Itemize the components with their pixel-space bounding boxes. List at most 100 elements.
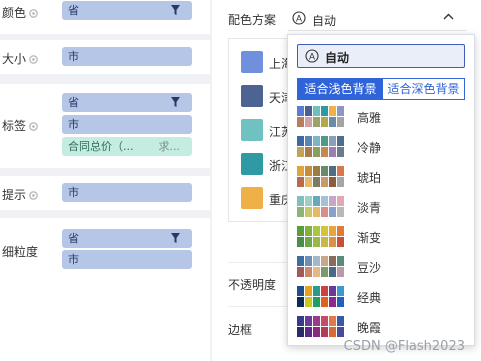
palette-color-chip — [329, 267, 336, 277]
color-field-pill[interactable]: 省 — [62, 1, 192, 20]
palette-color-chip — [321, 267, 328, 277]
palette-color-chip — [329, 166, 336, 176]
color-scheme-select[interactable]: A 自动 — [288, 6, 466, 31]
palette-color-chip — [297, 297, 304, 307]
palette-color-chip — [337, 147, 344, 157]
tag-field-pill-contract-total[interactable]: 合同总价（... 求... — [62, 137, 192, 156]
palette-color-chip — [337, 256, 344, 266]
palette-color-chip — [321, 327, 328, 337]
palette-color-chip — [313, 286, 320, 296]
size-row: 大小 市 — [0, 40, 210, 74]
palette-color-chip — [337, 286, 344, 296]
gear-icon[interactable] — [28, 121, 39, 132]
palette-preview — [297, 286, 345, 307]
auto-icon: A — [292, 11, 306, 25]
palette-color-chip — [305, 327, 312, 337]
tag-row: 标签 省 市 合同总价（... 求... — [0, 84, 210, 168]
gear-icon[interactable] — [28, 54, 39, 65]
palette-color-chip — [329, 207, 336, 217]
color-label: 颜色 — [2, 6, 27, 20]
palette-option[interactable]: 冷静 — [297, 135, 465, 159]
tag-field-pill-province[interactable]: 省 — [62, 93, 192, 112]
chevron-up-icon[interactable] — [443, 13, 454, 20]
palette-color-chip — [321, 136, 328, 146]
svg-text:A: A — [309, 52, 315, 62]
palette-color-chip — [305, 316, 312, 326]
palette-color-chip — [321, 297, 328, 307]
size-field-pill[interactable]: 市 — [62, 47, 192, 66]
palette-color-chip — [337, 177, 344, 187]
auto-scheme-label: 自动 — [325, 51, 350, 65]
palette-color-chip — [329, 196, 336, 206]
palette-color-chip — [305, 256, 312, 266]
palette-preview — [297, 196, 345, 217]
background-tabs: 适合浅色背景 适合深色背景 — [297, 78, 465, 100]
palette-color-chip — [337, 267, 344, 277]
tooltip-row: 提示 市 — [0, 176, 210, 210]
granularity-label: 细粒度 — [2, 245, 39, 259]
opacity-label: 不透明度 — [228, 278, 277, 292]
gear-icon[interactable] — [28, 190, 39, 201]
palette-preview — [297, 136, 345, 157]
palette-color-chip — [329, 256, 336, 266]
gear-icon[interactable] — [28, 8, 39, 19]
palette-option[interactable]: 晚霞 — [297, 315, 465, 339]
color-legend-list: 上海 天津 江苏 浙江 重庆 — [228, 38, 289, 222]
granularity-field-pill-city[interactable]: 市 — [62, 250, 192, 269]
palette-color-chip — [313, 177, 320, 187]
tooltip-label: 提示 — [2, 188, 27, 202]
palette-option[interactable]: 淡青 — [297, 195, 465, 219]
palette-color-chip — [337, 117, 344, 127]
palette-color-chip — [313, 117, 320, 127]
palette-color-chip — [321, 147, 328, 157]
palette-option[interactable]: 豆沙 — [297, 255, 465, 279]
legend-swatch-3[interactable] — [241, 153, 263, 175]
palette-color-chip — [297, 136, 304, 146]
size-label: 大小 — [2, 52, 27, 66]
palette-color-chip — [297, 207, 304, 217]
palette-color-chip — [305, 147, 312, 157]
palette-color-chip — [313, 316, 320, 326]
pill-label: 市 — [68, 118, 79, 131]
palette-color-chip — [297, 226, 304, 236]
palette-name: 琥珀 — [357, 171, 382, 185]
color-scheme-label: 配色方案 — [228, 13, 277, 27]
palette-color-chip — [337, 136, 344, 146]
palette-color-chip — [313, 267, 320, 277]
palette-color-chip — [305, 166, 312, 176]
palette-color-chip — [313, 106, 320, 116]
palette-option[interactable]: 琥珀 — [297, 165, 465, 189]
palette-color-chip — [321, 286, 328, 296]
tag-field-pill-city[interactable]: 市 — [62, 115, 192, 134]
palette-color-chip — [321, 226, 328, 236]
pill-label: 市 — [68, 253, 79, 266]
legend-label: 浙江 — [269, 159, 289, 173]
legend-swatch-0[interactable] — [241, 51, 263, 73]
tooltip-field-pill[interactable]: 市 — [62, 183, 192, 202]
palette-option[interactable]: 渐变 — [297, 225, 465, 249]
filter-icon[interactable] — [171, 5, 180, 15]
palette-color-chip — [313, 207, 320, 217]
tab-light-background[interactable]: 适合浅色背景 — [298, 79, 383, 99]
palette-option[interactable]: 高雅 — [297, 105, 465, 129]
filter-icon[interactable] — [171, 233, 180, 243]
auto-scheme-option[interactable]: A 自动 — [297, 44, 465, 68]
palette-preview — [297, 106, 345, 127]
palette-color-chip — [297, 256, 304, 266]
legend-swatch-1[interactable] — [241, 85, 263, 107]
palette-color-chip — [337, 207, 344, 217]
pill-label: 省 — [68, 232, 79, 245]
pill-label: 市 — [68, 50, 79, 63]
palette-color-chip — [305, 136, 312, 146]
legend-swatch-4[interactable] — [241, 187, 263, 209]
tab-dark-background[interactable]: 适合深色背景 — [383, 79, 464, 99]
granularity-field-pill-province[interactable]: 省 — [62, 229, 192, 248]
palette-color-chip — [329, 286, 336, 296]
palette-color-chip — [321, 117, 328, 127]
palette-color-chip — [297, 177, 304, 187]
legend-swatch-2[interactable] — [241, 119, 263, 141]
legend-label: 上海 — [269, 57, 289, 71]
palette-color-chip — [297, 267, 304, 277]
filter-icon[interactable] — [171, 97, 180, 107]
palette-option[interactable]: 经典 — [297, 285, 465, 309]
